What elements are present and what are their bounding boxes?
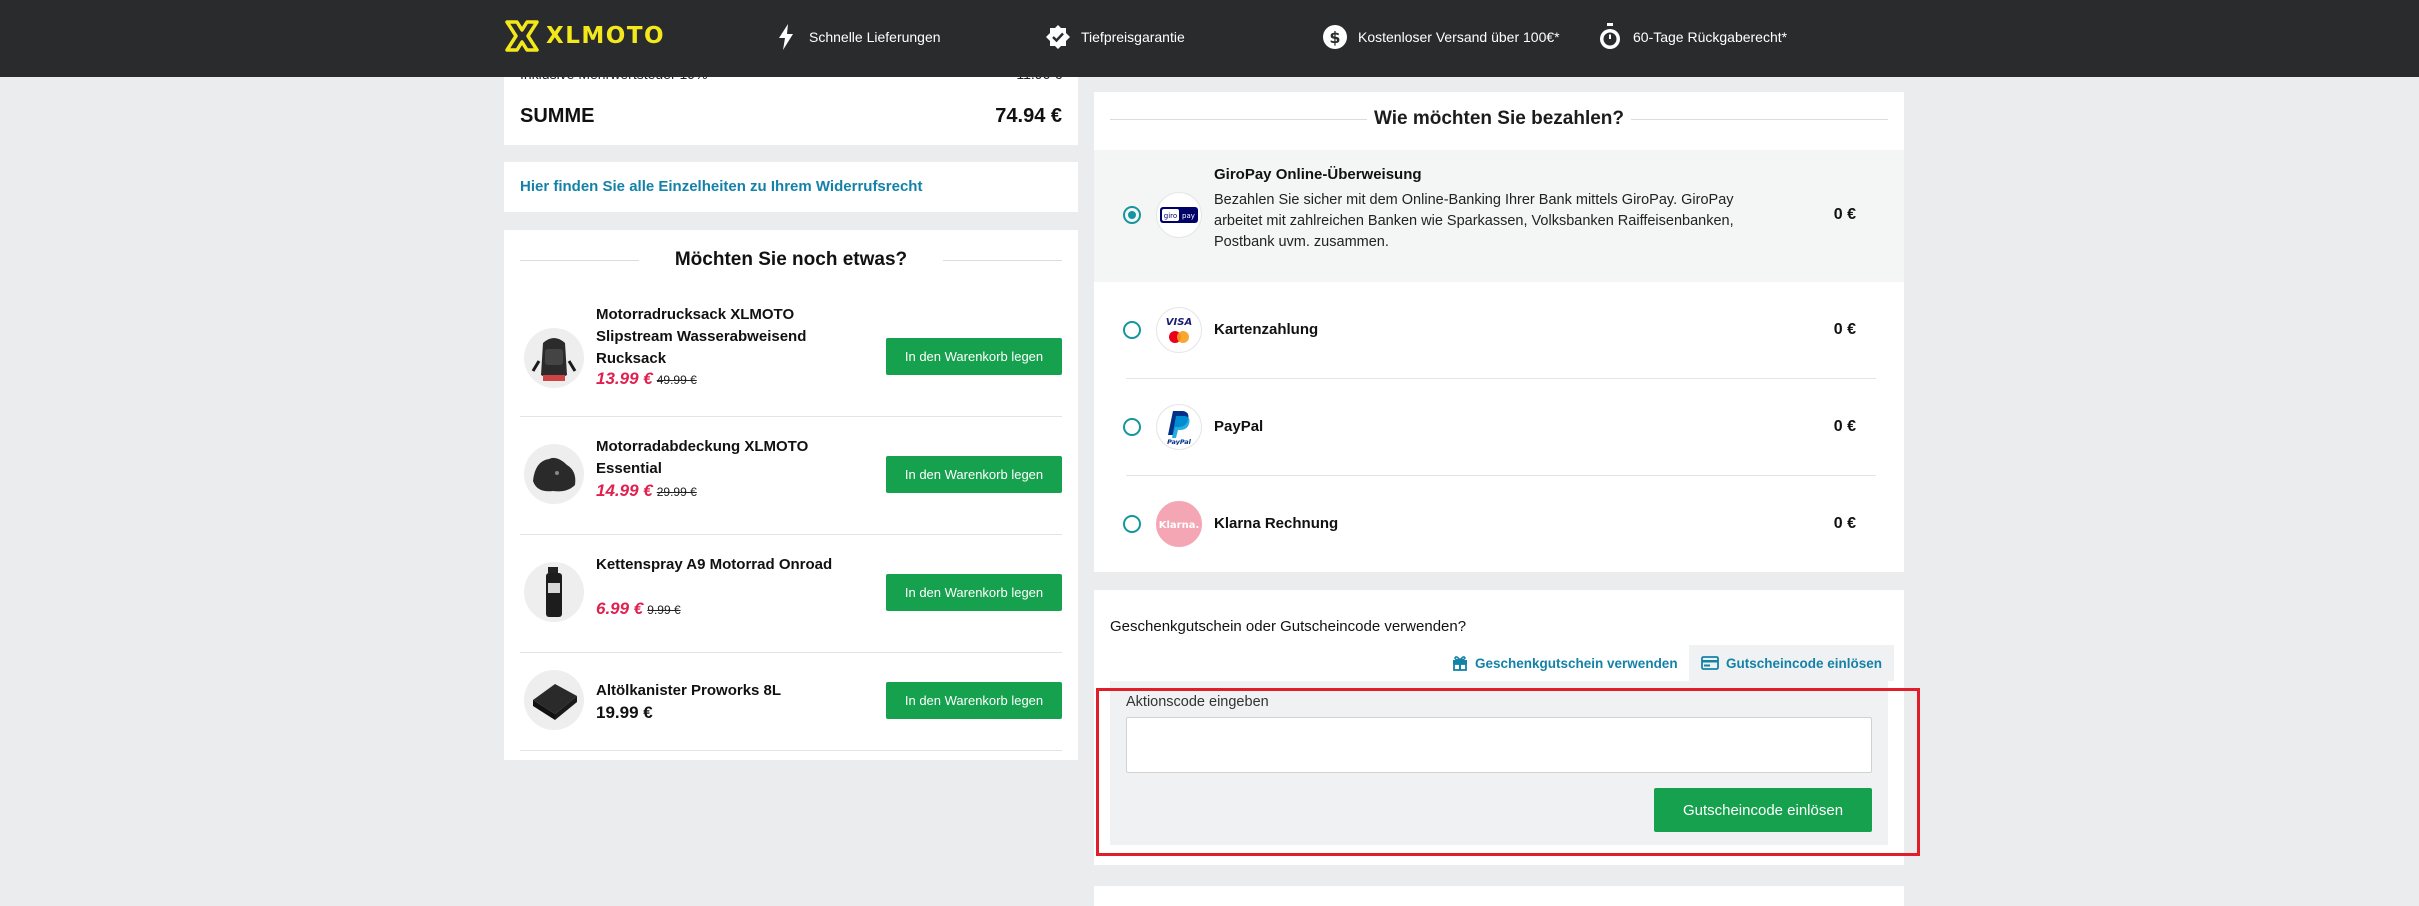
total-label: SUMME bbox=[520, 105, 595, 127]
usp-free-shipping: $ Kostenloser Versand über 100€* bbox=[1322, 22, 1560, 52]
radio-card[interactable] bbox=[1123, 321, 1141, 339]
payment-name: Kartenzahlung bbox=[1214, 321, 1319, 338]
payment-option-paypal[interactable]: PayPal PayPal 0 € bbox=[1094, 379, 1904, 475]
payment-name: Klarna Rechnung bbox=[1214, 515, 1339, 532]
payment-name: GiroPay Online-Überweisung bbox=[1214, 166, 1422, 183]
radio-paypal[interactable] bbox=[1123, 418, 1141, 436]
radio-klarna[interactable] bbox=[1123, 515, 1141, 533]
voucher-question: Geschenkgutschein oder Gutscheincode ver… bbox=[1110, 618, 1467, 635]
old-price: 49.99 € bbox=[656, 373, 697, 387]
svg-text:pay: pay bbox=[1182, 212, 1195, 220]
svg-text:giro: giro bbox=[1164, 212, 1177, 220]
add-to-cart-button[interactable]: In den Warenkorb legen bbox=[886, 338, 1062, 375]
usp-label: 60-Tage Rückgaberecht* bbox=[1633, 29, 1788, 45]
svg-text:$: $ bbox=[1329, 28, 1340, 47]
logo-text: XLMOTO bbox=[546, 23, 666, 49]
paypal-logo-icon: PayPal bbox=[1156, 404, 1202, 450]
product-name[interactable]: Motorradabdeckung XLMOTO Essential bbox=[596, 436, 846, 480]
add-to-cart-button[interactable]: In den Warenkorb legen bbox=[886, 574, 1062, 611]
next-section-card bbox=[1094, 886, 1904, 906]
payment-option-klarna[interactable]: Klarna. Klarna Rechnung 0 € bbox=[1094, 476, 1904, 572]
sale-price: 13.99 € bbox=[596, 369, 653, 388]
payment-name: PayPal bbox=[1214, 418, 1264, 435]
svg-text:Klarna.: Klarna. bbox=[1159, 520, 1199, 531]
payment-option-giropay[interactable]: giro pay GiroPay Online-Überweisung Bezah… bbox=[1094, 150, 1904, 282]
product-name[interactable]: Kettenspray A9 Motorrad Onroad bbox=[596, 554, 846, 576]
payment-price: 0 € bbox=[1833, 206, 1856, 223]
payment-title: Wie möchten Sie bezahlen? bbox=[1110, 108, 1888, 130]
upsell-item: Motorradrucksack XLMOTO Slipstream Wasse… bbox=[520, 298, 1062, 417]
sale-price: 6.99 € bbox=[596, 599, 644, 618]
product-price-row: 13.99 €49.99 € bbox=[596, 368, 846, 391]
tab-gift-card[interactable]: Geschenkgutschein verwenden bbox=[1452, 645, 1678, 681]
product-name[interactable]: Motorradrucksack XLMOTO Slipstream Wasse… bbox=[596, 304, 846, 370]
upsell-card: Möchten Sie noch etwas? Motorradrucksack… bbox=[504, 230, 1078, 760]
radio-giropay[interactable] bbox=[1123, 206, 1141, 224]
top-bar: XLMOTO Schnelle Lieferungen Tiefpreisgar… bbox=[0, 0, 2419, 77]
product-image-chain-spray[interactable] bbox=[524, 562, 584, 622]
product-image-cover[interactable] bbox=[524, 444, 584, 504]
withdrawal-rights-link[interactable]: Hier finden Sie alle Einzelheiten zu Ihr… bbox=[520, 178, 922, 195]
payment-card: Wie möchten Sie bezahlen? giro pay GiroPa… bbox=[1094, 92, 1904, 572]
dollar-icon: $ bbox=[1322, 22, 1348, 52]
stopwatch-icon bbox=[1597, 22, 1623, 52]
product-price-row: 19.99 € bbox=[596, 702, 846, 724]
payment-price: 0 € bbox=[1833, 515, 1856, 532]
visa-mastercard-logo-icon: VISA bbox=[1156, 307, 1202, 353]
payment-price: 0 € bbox=[1833, 418, 1856, 435]
voucher-card-icon bbox=[1701, 656, 1719, 670]
upsell-title: Möchten Sie noch etwas? bbox=[520, 249, 1062, 271]
add-to-cart-button[interactable]: In den Warenkorb legen bbox=[886, 682, 1062, 719]
product-image-backpack[interactable] bbox=[524, 328, 584, 388]
product-image-oil-canister[interactable] bbox=[524, 670, 584, 730]
payment-description: Bezahlen Sie sicher mit dem Online-Banki… bbox=[1214, 192, 1734, 250]
add-to-cart-button[interactable]: In den Warenkorb legen bbox=[886, 456, 1062, 493]
payment-option-card[interactable]: VISA Kartenzahlung 0 € bbox=[1094, 282, 1904, 378]
old-price: 9.99 € bbox=[647, 603, 681, 617]
tab-gift-label: Geschenkgutschein verwenden bbox=[1475, 655, 1678, 671]
product-price-row: 14.99 €29.99 € bbox=[596, 480, 846, 503]
price: 19.99 € bbox=[596, 703, 653, 722]
usp-label: Tiefpreisgarantie bbox=[1081, 29, 1185, 45]
badge-check-icon bbox=[1045, 22, 1071, 52]
product-name[interactable]: Altölkanister Proworks 8L bbox=[596, 680, 846, 702]
upsell-item: Motorradabdeckung XLMOTO Essential 14.99… bbox=[520, 416, 1062, 535]
xlmoto-logo[interactable]: XLMOTO bbox=[504, 18, 665, 54]
sale-price: 14.99 € bbox=[596, 481, 653, 500]
product-price-row: 6.99 €9.99 € bbox=[596, 598, 846, 621]
svg-text:PayPal: PayPal bbox=[1167, 438, 1192, 445]
old-price: 29.99 € bbox=[656, 485, 697, 499]
logo-mark-icon bbox=[505, 20, 539, 52]
withdrawal-card: Hier finden Sie alle Einzelheiten zu Ihr… bbox=[504, 162, 1078, 212]
total-row: SUMME 74.94 € bbox=[520, 105, 1062, 128]
tab-code-label: Gutscheincode einlösen bbox=[1726, 655, 1883, 671]
giropay-logo-icon: giro pay bbox=[1156, 192, 1202, 238]
svg-text:VISA: VISA bbox=[1166, 317, 1192, 328]
usp-fast-delivery: Schnelle Lieferungen bbox=[773, 22, 941, 52]
gift-icon bbox=[1452, 655, 1468, 671]
lightning-icon bbox=[773, 22, 799, 52]
upsell-item: Kettenspray A9 Motorrad Onroad 6.99 €9.9… bbox=[520, 534, 1062, 653]
usp-label: Kostenloser Versand über 100€* bbox=[1358, 29, 1560, 45]
total-value: 74.94 € bbox=[995, 105, 1062, 127]
upsell-item: Altölkanister Proworks 8L 19.99 € In den… bbox=[520, 652, 1062, 751]
payment-price: 0 € bbox=[1833, 321, 1856, 338]
tab-voucher-code[interactable]: Gutscheincode einlösen bbox=[1689, 645, 1895, 681]
klarna-logo-icon: Klarna. bbox=[1156, 501, 1202, 547]
usp-low-price: Tiefpreisgarantie bbox=[1045, 22, 1185, 52]
highlight-box bbox=[1096, 688, 1920, 856]
usp-returns: 60-Tage Rückgaberecht* bbox=[1597, 22, 1787, 52]
usp-label: Schnelle Lieferungen bbox=[809, 29, 941, 45]
